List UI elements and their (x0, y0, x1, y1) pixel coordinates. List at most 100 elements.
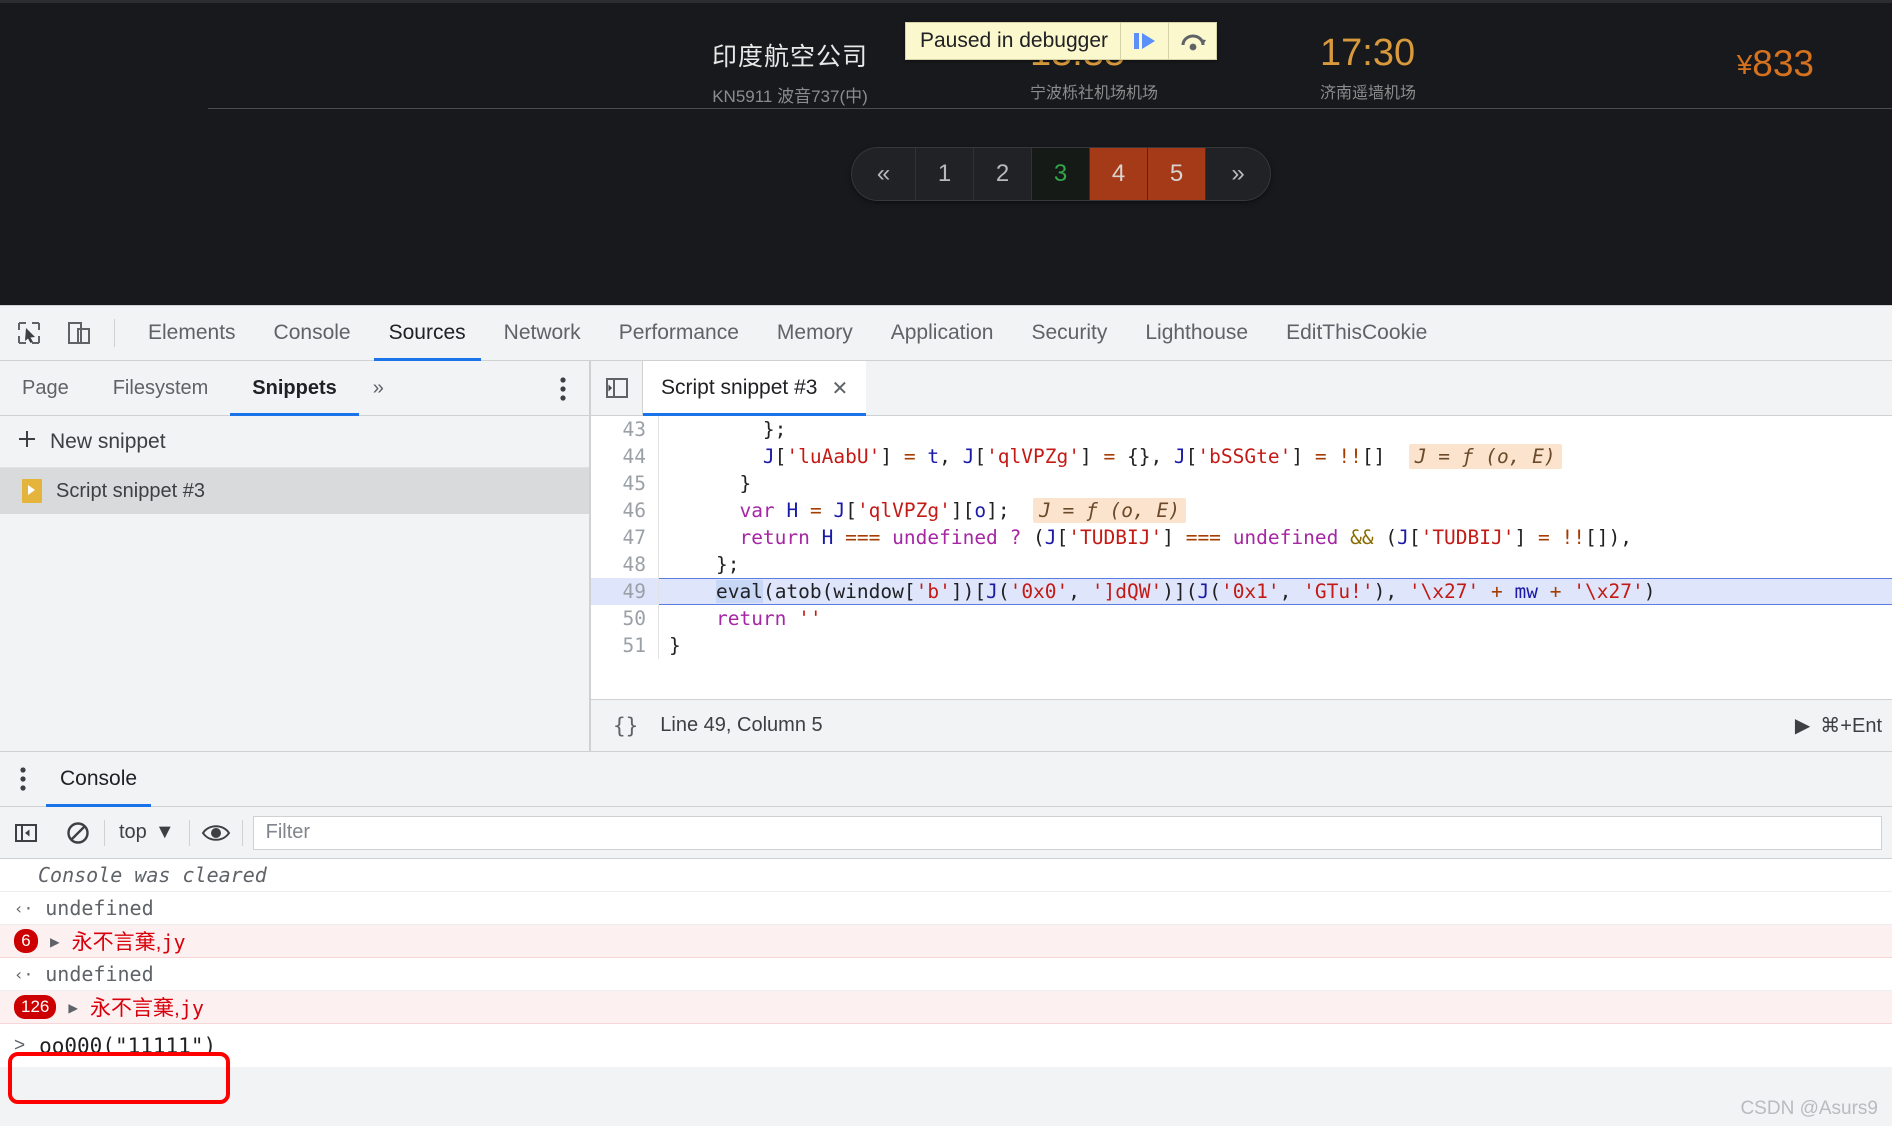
chevron-double-right-icon[interactable]: » (359, 361, 398, 416)
arrival-airport: 济南遥墙机场 (1320, 85, 1417, 102)
console-log-list: Console was cleared ‹· undefined 6 ▶ 永不言… (0, 859, 1892, 1067)
run-snippet-hint[interactable]: ▶ ⌘+Ent (1795, 713, 1892, 738)
inspect-element-icon[interactable] (8, 312, 50, 354)
error-text-mono: jy (161, 930, 186, 954)
error-count-badge: 126 (14, 995, 57, 1019)
line-number: 49 (591, 578, 659, 605)
pagination-page-5[interactable]: 5 (1148, 148, 1206, 200)
pagination-page-3[interactable]: 3 (1032, 148, 1090, 200)
inline-value-hint: J = ƒ (o, E) (1033, 498, 1186, 523)
new-snippet-button[interactable]: New snippet (0, 416, 589, 468)
devtools-panel: Elements Console Sources Network Perform… (0, 305, 1892, 1126)
console-prompt-input[interactable]: oo000("11111") (39, 1034, 216, 1058)
tab-security[interactable]: Security (1012, 306, 1126, 361)
show-navigator-icon[interactable] (591, 360, 643, 416)
code-line-48: }; (669, 553, 740, 576)
drawer-tab-console[interactable]: Console (46, 752, 152, 807)
console-message-cleared: Console was cleared (0, 859, 1892, 892)
code-line-executing: 49 eval(atob(window['b'])[J('0x0', ']dQW… (591, 578, 1892, 605)
more-tools-icon[interactable] (0, 765, 46, 793)
expand-caret-icon[interactable]: ▶ (68, 998, 78, 1017)
console-prompt[interactable]: > oo000("11111") (0, 1024, 1892, 1067)
prompt-arrow-icon: > (14, 1034, 26, 1056)
navigator-tab-snippets[interactable]: Snippets (230, 361, 360, 416)
live-expression-icon[interactable] (190, 807, 242, 859)
editor-tab-label: Script snippet #3 (661, 376, 818, 399)
console-error-text: 永不言棄,jy (90, 992, 204, 1022)
pagination-next[interactable]: » (1206, 148, 1270, 200)
snippet-item-script-snippet-3[interactable]: Script snippet #3 (0, 468, 589, 514)
pagination-page-4[interactable]: 4 (1090, 148, 1148, 200)
console-message-return: ‹· undefined (0, 892, 1892, 925)
line-number: 51 (591, 632, 659, 659)
step-over-icon[interactable] (1168, 23, 1216, 59)
inline-value-hint: J = ƒ (o, E) (1408, 444, 1562, 469)
tab-sources[interactable]: Sources (370, 306, 485, 361)
error-count-badge: 6 (14, 929, 38, 953)
tab-application[interactable]: Application (872, 306, 1013, 361)
device-toolbar-icon[interactable] (58, 312, 100, 354)
navigator-tab-page[interactable]: Page (0, 361, 91, 416)
code-line: 46 var H = J['qlVPZg'][o]; J = ƒ (o, E) (591, 497, 1892, 524)
toolbar-divider (241, 819, 243, 846)
console-error-text: 永不言棄,jy (72, 926, 186, 956)
line-number: 45 (591, 470, 659, 497)
console-message-error[interactable]: 6 ▶ 永不言棄,jy (0, 925, 1892, 958)
format-code-icon[interactable]: {} (607, 714, 644, 738)
code-editor[interactable]: 43 }; 44 J['luAabU'] = t, J['qlVPZg'] = … (591, 416, 1892, 699)
ticket-price: ¥833 (1737, 43, 1814, 85)
devtools-tabbar: Elements Console Sources Network Perform… (0, 306, 1892, 361)
expand-caret-icon[interactable]: ▶ (50, 932, 60, 951)
snippet-item-label: Script snippet #3 (56, 479, 205, 502)
tab-console[interactable]: Console (255, 306, 370, 361)
code-line-46: var H = J['qlVPZg'][o]; J = ƒ (o, E) (659, 497, 1892, 524)
sources-navigator: Page Filesystem Snippets » New snippet S… (0, 361, 590, 751)
tab-network[interactable]: Network (485, 306, 600, 361)
run-snippet-icon[interactable]: ▶ (1795, 713, 1810, 738)
navigator-tab-filesystem[interactable]: Filesystem (91, 361, 231, 416)
clear-console-icon[interactable] (52, 807, 104, 859)
execution-context-label: top (119, 821, 147, 843)
snippet-file-icon (22, 479, 42, 503)
code-line-49: eval(atob(window['b'])[J('0x0', ']dQW')]… (659, 578, 1892, 605)
line-number: 50 (591, 605, 659, 632)
pagination-page-1[interactable]: 1 (916, 148, 974, 200)
console-filter-input[interactable]: Filter (252, 815, 1882, 850)
error-text-mono: jy (179, 996, 204, 1020)
console-message-error[interactable]: 126 ▶ 永不言棄,jy (0, 991, 1892, 1024)
navigator-tabbar: Page Filesystem Snippets » (0, 361, 589, 416)
tab-performance[interactable]: Performance (600, 306, 758, 361)
code-line: 47 return H === undefined ? (J['TUDBIJ']… (591, 524, 1892, 551)
code-line-43: }; (669, 418, 787, 441)
editor-tabbar: Script snippet #3 ✕ (591, 360, 1892, 416)
pagination-page-2[interactable]: 2 (974, 148, 1032, 200)
tab-elements[interactable]: Elements (129, 306, 255, 361)
close-icon[interactable]: ✕ (831, 376, 848, 401)
execution-context-selector[interactable]: top ▼ (105, 821, 189, 844)
toolbar-divider (114, 319, 115, 347)
pagination-prev[interactable]: « (852, 148, 916, 200)
header-divider (208, 108, 1892, 109)
return-arrow-icon: ‹· (14, 898, 34, 918)
tab-memory[interactable]: Memory (758, 306, 872, 361)
pagination[interactable]: « 1 2 3 4 5 » (852, 148, 1270, 200)
error-text-cjk: 永不言棄, (71, 931, 162, 954)
cursor-position: Line 49, Column 5 (660, 714, 823, 736)
code-line-44: J['luAabU'] = t, J['qlVPZg'] = {}, J['bS… (659, 443, 1892, 470)
sources-panel: Page Filesystem Snippets » New snippet S… (0, 360, 1892, 751)
console-toolbar: top ▼ Filter (0, 807, 1892, 859)
resume-script-icon[interactable] (1120, 23, 1168, 59)
console-drawer: Console top ▼ Filter Console was cleared (0, 751, 1892, 1067)
line-number: 47 (591, 524, 659, 551)
code-line: 50 return '' (591, 605, 1892, 632)
run-shortcut-label: ⌘+Ent (1820, 715, 1882, 737)
return-arrow-icon: ‹· (14, 964, 34, 984)
console-sidebar-icon[interactable] (0, 807, 52, 859)
editor-tab-script-snippet-3[interactable]: Script snippet #3 ✕ (643, 360, 867, 416)
paused-in-debugger-overlay: Paused in debugger (905, 22, 1217, 60)
tab-lighthouse[interactable]: Lighthouse (1126, 306, 1267, 361)
drawer-tabbar: Console (0, 752, 1892, 807)
code-line-51: } (669, 634, 681, 657)
tab-editthiscookie[interactable]: EditThisCookie (1267, 306, 1446, 361)
more-options-icon[interactable] (559, 375, 567, 408)
